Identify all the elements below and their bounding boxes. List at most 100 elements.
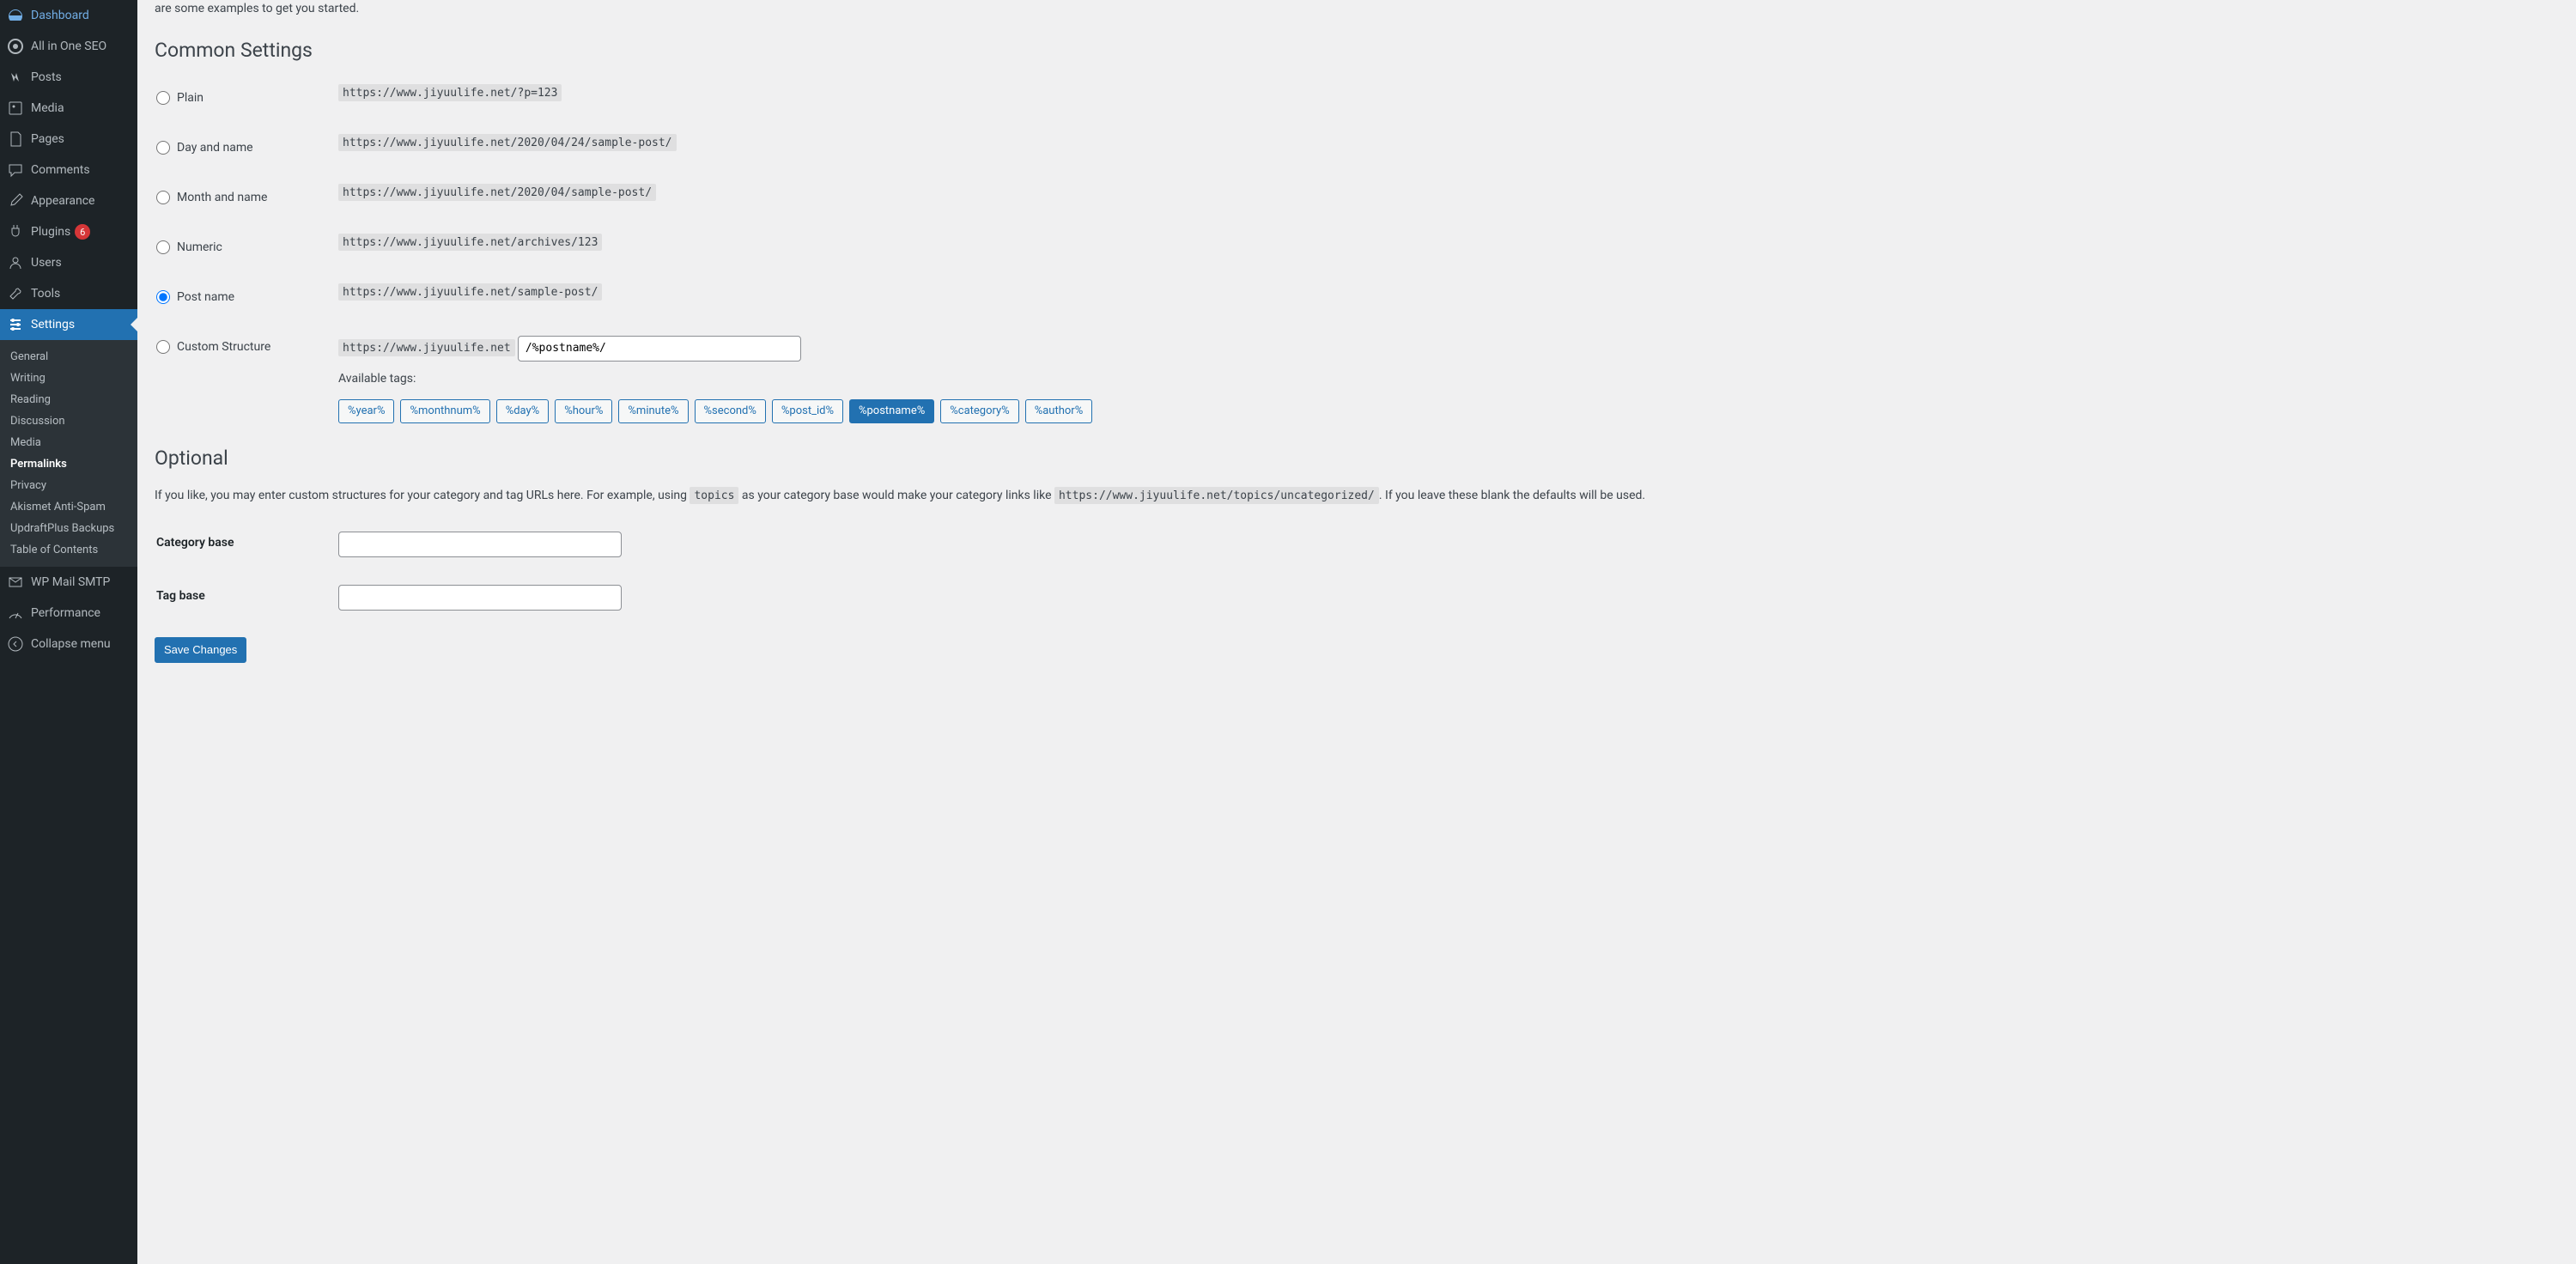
- sidebar-item-media[interactable]: Media: [0, 93, 137, 124]
- collapse-icon: [7, 635, 24, 653]
- sidebar-item-label: Collapse menu: [31, 637, 111, 651]
- permalink-options-table: Plain https://www.jiyuulife.net/?p=123 D…: [155, 72, 2559, 438]
- sidebar-item-tools[interactable]: Tools: [0, 278, 137, 309]
- sidebar-item-users[interactable]: Users: [0, 247, 137, 278]
- category-base-input[interactable]: [338, 532, 622, 557]
- radio-month-name[interactable]: [156, 191, 170, 204]
- optional-table: Category base Tag base: [155, 517, 2559, 625]
- common-settings-heading: Common Settings: [155, 30, 2559, 67]
- custom-structure-input[interactable]: [518, 336, 801, 362]
- plug-icon: [7, 223, 24, 240]
- sidebar-item-comments[interactable]: Comments: [0, 155, 137, 185]
- sidebar-item-collapse[interactable]: Collapse menu: [0, 629, 137, 659]
- radio-numeric[interactable]: [156, 240, 170, 254]
- submenu-toc[interactable]: Table of Contents: [0, 539, 137, 561]
- dashboard-icon: [7, 7, 24, 24]
- wrench-icon: [7, 285, 24, 302]
- custom-structure-prefix: https://www.jiyuulife.net: [338, 339, 515, 356]
- submenu-general[interactable]: General: [0, 346, 137, 368]
- sidebar-item-wpmailsmtp[interactable]: WP Mail SMTP: [0, 567, 137, 598]
- option-plain-label[interactable]: Plain: [156, 91, 319, 105]
- sidebar-item-label: Posts: [31, 70, 62, 84]
- tag-category[interactable]: %category%: [940, 399, 1018, 423]
- sidebar-item-dashboard[interactable]: Dashboard: [0, 0, 137, 31]
- submenu-media[interactable]: Media: [0, 432, 137, 453]
- sidebar-item-label: Settings: [31, 318, 75, 331]
- tag-monthnum[interactable]: %monthnum%: [400, 399, 489, 423]
- radio-day-name[interactable]: [156, 141, 170, 155]
- sidebar-item-label: Comments: [31, 163, 90, 177]
- option-numeric-label[interactable]: Numeric: [156, 240, 319, 254]
- tag-day[interactable]: %day%: [496, 399, 550, 423]
- tag-hour[interactable]: %hour%: [555, 399, 612, 423]
- sidebar-item-label: Media: [31, 101, 64, 115]
- submenu-updraftplus[interactable]: UpdraftPlus Backups: [0, 518, 137, 539]
- submenu-permalinks[interactable]: Permalinks: [0, 453, 137, 475]
- seo-icon: [7, 38, 24, 55]
- pages-icon: [7, 131, 24, 148]
- settings-submenu: General Writing Reading Discussion Media…: [0, 340, 137, 567]
- tag-minute[interactable]: %minute%: [618, 399, 688, 423]
- sidebar-item-label: All in One SEO: [31, 40, 106, 53]
- sidebar-item-label: Plugins: [31, 225, 70, 239]
- tag-post-id[interactable]: %post_id%: [772, 399, 843, 423]
- plugins-badge: 6: [75, 224, 90, 240]
- sidebar-item-seo[interactable]: All in One SEO: [0, 31, 137, 62]
- option-month-name-example: https://www.jiyuulife.net/2020/04/sample…: [338, 184, 656, 201]
- sidebar-item-settings[interactable]: Settings: [0, 309, 137, 340]
- optional-code-url: https://www.jiyuulife.net/topics/uncateg…: [1054, 487, 1379, 504]
- tag-base-label: Tag base: [156, 589, 205, 603]
- radio-post-name[interactable]: [156, 290, 170, 304]
- tag-buttons: %year% %monthnum% %day% %hour% %minute% …: [338, 399, 2549, 423]
- sidebar-item-posts[interactable]: Posts: [0, 62, 137, 93]
- option-custom-structure-label[interactable]: Custom Structure: [156, 340, 319, 354]
- main-content: are some examples to get you started. Co…: [137, 0, 2576, 1264]
- pin-icon: [7, 69, 24, 86]
- option-post-name-text: Post name: [177, 290, 234, 304]
- sidebar-item-pages[interactable]: Pages: [0, 124, 137, 155]
- submenu-writing[interactable]: Writing: [0, 368, 137, 389]
- optional-heading: Optional: [155, 438, 2559, 475]
- sidebar-item-appearance[interactable]: Appearance: [0, 185, 137, 216]
- sidebar-item-plugins[interactable]: Plugins 6: [0, 216, 137, 247]
- optional-desc-part1: If you like, you may enter custom struct…: [155, 489, 690, 502]
- option-custom-structure-text: Custom Structure: [177, 340, 270, 354]
- submenu-privacy[interactable]: Privacy: [0, 475, 137, 496]
- radio-plain[interactable]: [156, 91, 170, 105]
- comments-icon: [7, 161, 24, 179]
- option-plain-example: https://www.jiyuulife.net/?p=123: [338, 84, 562, 101]
- option-numeric-example: https://www.jiyuulife.net/archives/123: [338, 234, 602, 251]
- option-post-name-label[interactable]: Post name: [156, 290, 319, 304]
- option-numeric-text: Numeric: [177, 240, 222, 254]
- users-icon: [7, 254, 24, 271]
- option-month-name-text: Month and name: [177, 191, 267, 204]
- optional-description: If you like, you may enter custom struct…: [155, 487, 2559, 505]
- tag-postname[interactable]: %postname%: [849, 399, 934, 423]
- admin-sidebar: Dashboard All in One SEO Posts Media Pag…: [0, 0, 137, 1264]
- sidebar-item-label: Pages: [31, 132, 64, 146]
- category-base-label: Category base: [156, 536, 234, 550]
- option-day-name-example: https://www.jiyuulife.net/2020/04/24/sam…: [338, 134, 677, 151]
- save-changes-button[interactable]: Save Changes: [155, 637, 246, 663]
- sidebar-item-label: Tools: [31, 287, 60, 301]
- sidebar-item-performance[interactable]: Performance: [0, 598, 137, 629]
- tag-year[interactable]: %year%: [338, 399, 394, 423]
- tag-base-input[interactable]: [338, 585, 622, 611]
- option-post-name-example: https://www.jiyuulife.net/sample-post/: [338, 283, 602, 301]
- option-day-name-label[interactable]: Day and name: [156, 141, 319, 155]
- radio-custom-structure[interactable]: [156, 340, 170, 354]
- option-month-name-label[interactable]: Month and name: [156, 191, 319, 204]
- sliders-icon: [7, 316, 24, 333]
- optional-code-topics: topics: [690, 487, 738, 504]
- submenu-discussion[interactable]: Discussion: [0, 410, 137, 432]
- optional-desc-part3: . If you leave these blank the defaults …: [1379, 489, 1645, 502]
- submenu-akismet[interactable]: Akismet Anti-Spam: [0, 496, 137, 518]
- sidebar-item-label: Dashboard: [31, 9, 89, 22]
- option-plain-text: Plain: [177, 91, 204, 105]
- sidebar-item-label: Performance: [31, 606, 100, 620]
- sidebar-item-label: Appearance: [31, 194, 94, 208]
- tag-second[interactable]: %second%: [695, 399, 766, 423]
- sidebar-item-label: WP Mail SMTP: [31, 575, 110, 589]
- submenu-reading[interactable]: Reading: [0, 389, 137, 410]
- tag-author[interactable]: %author%: [1025, 399, 1093, 423]
